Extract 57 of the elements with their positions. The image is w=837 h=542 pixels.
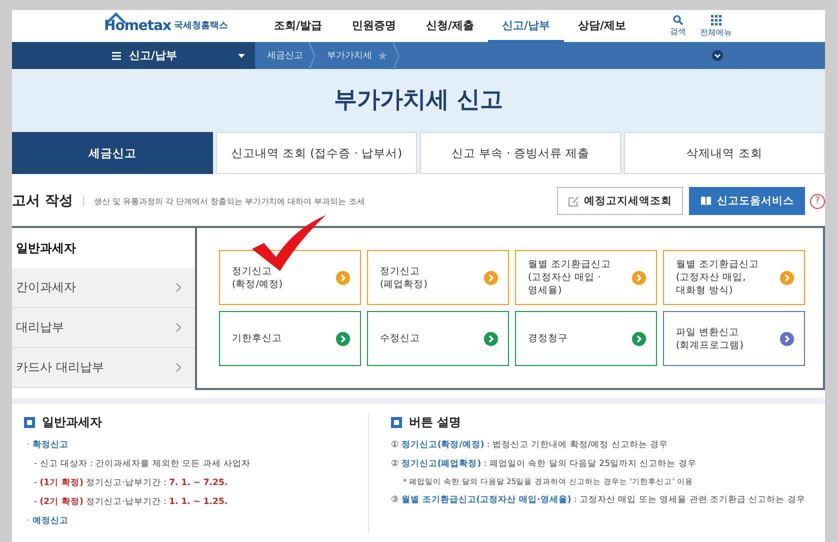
menu-selector[interactable]: 신고/납부 [12, 42, 255, 69]
tab[interactable]: 신고내역 조회 (접수증 · 납부서) [216, 132, 417, 174]
option-card[interactable]: 정기신고 (폐업확정) [367, 250, 509, 305]
description-text: ③ 월별 조기환급신고(고정자산 매입·영세율) : 고정자산 매입 또는 영세율 관련 조기환급 신고하는 경우 [391, 494, 806, 506]
nav-menu-item[interactable]: 신청/제출 [412, 10, 488, 42]
breadcrumb-link[interactable]: 세금신고 [267, 49, 303, 62]
list-text: - (2기 확정) 정기신고·납부기간 : 1. 1. ~ 1.25. [34, 496, 229, 508]
chevron-icon [393, 42, 399, 70]
help-button[interactable]: ? [810, 194, 825, 208]
description-text: ② 정기신고(폐업확정) : 폐업일이 속한 달의 다음달 25일까지 신고하는 경우 [391, 458, 698, 470]
chevron-right-icon [176, 323, 181, 332]
square-icon [24, 417, 35, 428]
grid-menu-icon [710, 14, 722, 26]
list-heading: · 예정신고 [27, 515, 70, 527]
edit-icon [568, 196, 579, 206]
sidebar-item[interactable]: 간이과세자 [12, 268, 195, 308]
square-icon [391, 417, 402, 428]
info-title: 일반과세자 [42, 414, 102, 431]
section-title: 고서 작성 [12, 192, 73, 210]
breadcrumb-link[interactable]: 부가가치세 [327, 49, 372, 62]
info-title: 버튼 설명 [409, 414, 462, 431]
page-title: 부가가치세 신고 [334, 86, 503, 114]
option-card[interactable]: 파일 변환신고 (회계프로그램) [663, 311, 805, 366]
option-card[interactable]: 정기신고 (확정/예정) [219, 250, 361, 305]
search-icon [673, 14, 683, 24]
nav-menu-item[interactable]: 상담/제보 [564, 10, 640, 42]
option-card[interactable]: 경정청구 [515, 311, 657, 366]
tab[interactable]: 삭제내역 조회 [624, 132, 825, 174]
chevron-right-icon [176, 283, 181, 292]
description-text: ① 정기신고(확정/예정) : 법정신고 기한내에 확정/예정 신고하는 경우 [391, 439, 670, 451]
star-icon [378, 51, 387, 60]
tool-link[interactable]: 검색 [670, 26, 686, 36]
action-button[interactable]: 예정고지세액조회 [557, 187, 683, 215]
tool-link[interactable]: 전체메뉴 [700, 26, 732, 38]
tab[interactable]: 세금신고 [12, 132, 213, 174]
action-button[interactable]: 신고도움서비스 [689, 187, 805, 215]
service-name: 국세청홈택스 [174, 20, 228, 32]
option-card[interactable]: 기한후신고 [219, 311, 361, 366]
list-text: - 신고 대상자 : 간이과세자를 제외한 모든 과세 사업자 [34, 458, 252, 470]
caret-icon [238, 54, 245, 58]
chevron-right-icon [176, 363, 181, 372]
menu-icon [112, 52, 121, 60]
expand-icon [712, 50, 723, 61]
option-card[interactable]: 월별 조기환급신고 (고정자산 매입 · 영세율) [515, 250, 657, 305]
sidebar-item[interactable]: 카드사 대리납부 [12, 348, 195, 388]
nav-menu-item[interactable]: 민원증명 [336, 10, 412, 42]
list-text: - (1기 확정) 정기신고·납부기간 : 7. 1. ~ 7.25. [34, 477, 229, 489]
chevron-icon [309, 42, 315, 70]
option-card[interactable]: 수정신고 [367, 311, 509, 366]
section-description: 생산 및 유통과정의 각 단계에서 창출되는 부가가치에 대하여 부과되는 조세 [94, 196, 365, 206]
list-heading: · 확정신고 [27, 439, 70, 451]
sidebar-item[interactable]: 대리납부 [12, 308, 195, 348]
tab[interactable]: 신고 부속 · 증빙서류 제출 [420, 132, 621, 174]
book-icon [700, 196, 712, 206]
logo-text[interactable]: Hometax [104, 18, 172, 34]
nav-menu-item[interactable]: 조회/발급 [260, 10, 336, 42]
option-card[interactable]: 월별 조기환급신고 (고정자산 매입, 대화형 방식) [663, 250, 805, 305]
